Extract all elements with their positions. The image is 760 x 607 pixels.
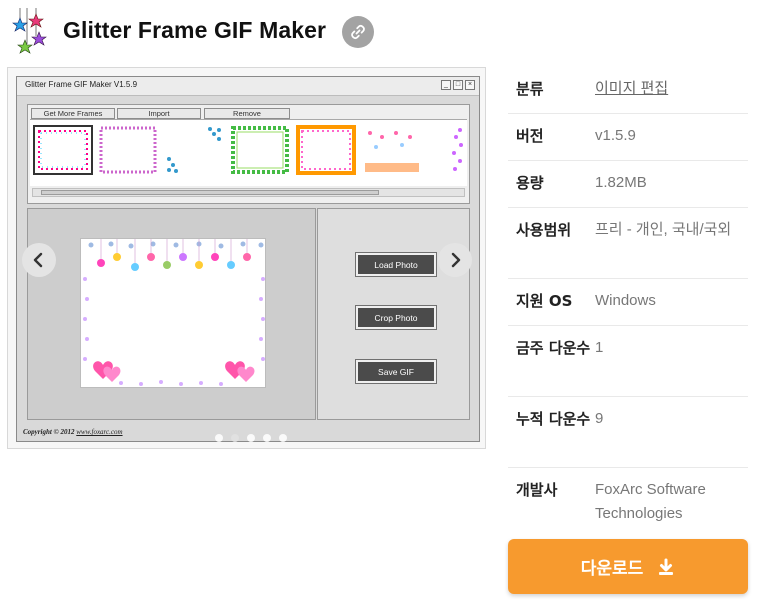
frames-panel: Get More Frames Import Remove: [27, 104, 470, 204]
chevron-right-icon: [451, 252, 461, 268]
info-row-weekly-downloads: 금주 다운수 1: [508, 326, 748, 397]
info-label: 버전: [516, 127, 544, 145]
info-value: 9: [595, 410, 604, 427]
app-title: Glitter Frame GIF Maker: [63, 17, 327, 43]
load-photo-button: Load Photo: [355, 252, 437, 277]
star-ornaments-logo-icon: [12, 8, 47, 54]
carousel-dot[interactable]: [231, 434, 239, 442]
info-value: v1.5.9: [595, 127, 636, 144]
framed-photo-preview: [80, 238, 266, 388]
frame-thumbnail: [230, 125, 290, 175]
copyright-text: Copyright © 2012 www.foxarc.com: [23, 428, 123, 436]
chain-link-icon: [351, 24, 365, 40]
download-button[interactable]: 다운로드: [508, 539, 748, 594]
close-icon: ×: [465, 80, 475, 90]
carousel-dot[interactable]: [247, 434, 255, 442]
info-label: 누적 다운수: [516, 410, 591, 428]
photo-preview-panel: [27, 208, 316, 420]
info-row-license: 사용범위 프리 - 개인, 국내/국외: [508, 208, 748, 279]
info-label: 사용범위: [516, 221, 572, 239]
info-value: Windows: [595, 292, 656, 309]
info-label: 개발사: [516, 481, 558, 499]
remove-tab: Remove: [204, 108, 290, 119]
save-gif-button: Save GIF: [355, 359, 437, 384]
info-row-category: 분류 이미지 편집: [508, 67, 748, 114]
info-row-size: 용량 1.82MB: [508, 161, 748, 208]
frame-thumbnail: [296, 125, 356, 175]
actions-panel: Load Photo Crop Photo Save GIF: [317, 208, 470, 420]
info-value: 1: [595, 339, 604, 356]
carousel-dot[interactable]: [263, 434, 271, 442]
info-label: 지원 OS: [516, 292, 573, 310]
window-titlebar: Glitter Frame GIF Maker V1.5.9 _ □ ×: [17, 77, 479, 96]
info-label: 분류: [516, 80, 544, 98]
app-logo: [12, 6, 52, 56]
carousel-prev-button[interactable]: [22, 243, 56, 277]
frame-thumbnail: [33, 125, 93, 175]
frame-thumbnails: [30, 119, 467, 186]
frame-thumbnail: [98, 125, 158, 175]
thumbnail-scrollbar: [32, 188, 465, 197]
info-label: 용량: [516, 174, 544, 192]
info-row-developer: 개발사 FoxArc Software Technologies: [508, 468, 748, 538]
category-link[interactable]: 이미지 편집: [595, 67, 748, 113]
app-window: Glitter Frame GIF Maker V1.5.9 _ □ × Get…: [16, 76, 480, 442]
copy-link-button[interactable]: [342, 16, 374, 48]
info-label: 금주 다운수: [516, 339, 591, 357]
carousel-dots: [215, 434, 287, 442]
maximize-icon: □: [453, 80, 463, 90]
info-value: 1.82MB: [595, 174, 647, 191]
software-info-table: 분류 이미지 편집 버전 v1.5.9 용량 1.82MB 사용범위 프리 - …: [508, 67, 748, 538]
chevron-left-icon: [33, 252, 43, 268]
import-tab: Import: [117, 108, 201, 119]
info-value: 프리 - 개인, 국내/국외: [595, 221, 732, 238]
frame-thumbnail: [428, 125, 466, 175]
info-value: FoxArc Software Technologies: [595, 481, 706, 522]
carousel-dot[interactable]: [279, 434, 287, 442]
window-title: Glitter Frame GIF Maker V1.5.9: [25, 80, 138, 89]
screenshot-carousel: Glitter Frame GIF Maker V1.5.9 _ □ × Get…: [7, 67, 486, 449]
carousel-dot[interactable]: [215, 434, 223, 442]
info-row-version: 버전 v1.5.9: [508, 114, 748, 161]
info-row-os: 지원 OS Windows: [508, 279, 748, 326]
get-more-frames-tab: Get More Frames: [31, 108, 115, 119]
frame-thumbnail: [164, 125, 224, 175]
crop-photo-button: Crop Photo: [355, 305, 437, 330]
carousel-next-button[interactable]: [438, 243, 472, 277]
copyright-link: www.foxarc.com: [76, 428, 123, 436]
download-icon: [659, 558, 674, 575]
info-row-total-downloads: 누적 다운수 9: [508, 397, 748, 468]
frame-thumbnail: [362, 125, 422, 175]
download-label: 다운로드: [580, 559, 644, 579]
minimize-icon: _: [441, 80, 451, 90]
